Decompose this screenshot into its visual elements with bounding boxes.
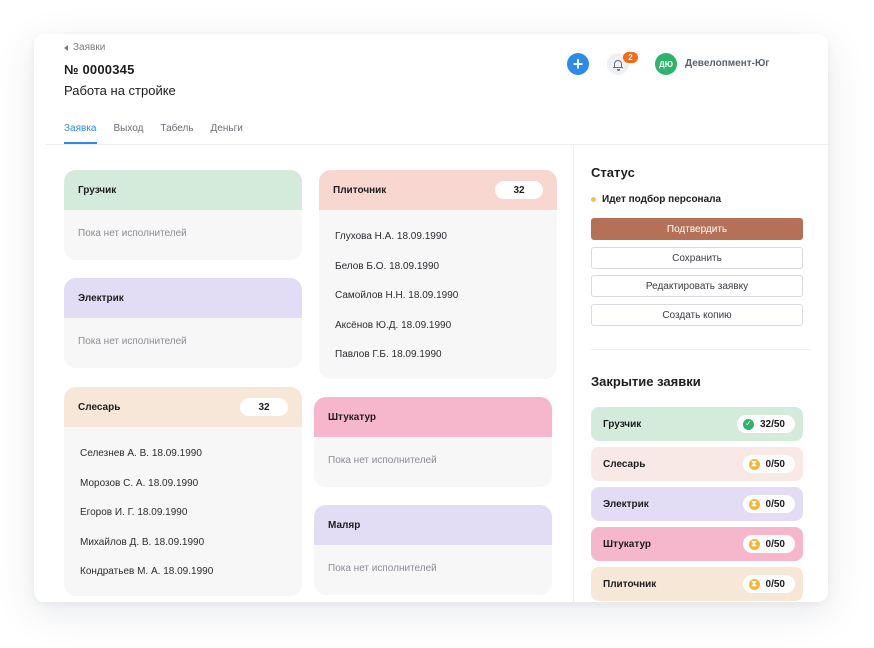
worker-list: Глухова Н.А. 18.09.1990 Белов Б.О. 18.09… (319, 210, 557, 370)
check-icon: ✓ (742, 418, 754, 430)
role-card-header: Слесарь 32 (64, 387, 302, 427)
worker-list: Селезнев А. В. 18.09.1990 Морозов С. А. … (64, 427, 302, 587)
tab-request[interactable]: Заявка (64, 123, 97, 144)
list-item[interactable]: Аксёнов Ю.Д. 18.09.1990 (335, 311, 541, 341)
empty-text: Пока нет исполнителей (78, 228, 187, 239)
list-item[interactable]: Морозов С. А. 18.09.1990 (80, 469, 286, 499)
tab-bar: Заявка Выход Табель Деньги (64, 123, 260, 144)
closing-role-name: Грузчик (603, 418, 642, 430)
status-dot-icon (591, 197, 596, 202)
role-card-plasterer[interactable]: Штукатур Пока нет исполнителей (314, 397, 552, 487)
list-item[interactable]: Егоров И. Г. 18.09.1990 (80, 498, 286, 528)
hourglass-icon: ⧗ (748, 538, 760, 550)
status-state-label: Идет подбор персонала (602, 194, 722, 205)
empty-text: Пока нет исполнителей (78, 336, 187, 347)
closing-role-name: Плиточник (603, 578, 657, 590)
chevron-left-icon (64, 44, 68, 51)
closing-row-locksmith[interactable]: Слесарь ⧗ 0/50 (591, 447, 803, 481)
bell-icon (613, 59, 623, 71)
closing-row-loader[interactable]: Грузчик ✓ 32/50 (591, 407, 803, 441)
empty-text: Пока нет исполнителей (328, 563, 437, 574)
closing-progress-value: 0/50 (765, 498, 785, 510)
closing-row-tiler[interactable]: Плиточник ⧗ 0/50 (591, 567, 803, 601)
list-item[interactable]: Самойлов Н.Н. 18.09.1990 (335, 281, 541, 311)
role-card-header: Штукатур (314, 397, 552, 437)
empty-text: Пока нет исполнителей (328, 455, 437, 466)
role-card-loader[interactable]: Грузчик Пока нет исполнителей (64, 170, 302, 260)
tab-timesheet[interactable]: Табель (160, 123, 193, 144)
role-card-header: Грузчик (64, 170, 302, 210)
role-card-painter[interactable]: Маляр Пока нет исполнителей (314, 505, 552, 595)
panel-divider-horizontal (591, 349, 811, 350)
add-button[interactable]: + (567, 53, 589, 75)
confirm-button[interactable]: Подтвердить (591, 218, 803, 240)
edit-request-button[interactable]: Редактировать заявку (591, 275, 803, 297)
role-card-locksmith[interactable]: Слесарь 32 Селезнев А. В. 18.09.1990 Мор… (64, 387, 302, 596)
closing-progress-value: 0/50 (765, 578, 785, 590)
role-card-header: Плиточник 32 (319, 170, 557, 210)
list-item[interactable]: Селезнев А. В. 18.09.1990 (80, 439, 286, 469)
closing-progress-value: 0/50 (765, 458, 785, 470)
hourglass-icon: ⧗ (748, 498, 760, 510)
role-card-header: Электрик (64, 278, 302, 318)
closing-title: Закрытие заявки (591, 374, 701, 389)
back-link[interactable]: Заявки (64, 42, 105, 53)
closing-progress: ⧗ 0/50 (742, 575, 795, 593)
list-item[interactable]: Глухова Н.А. 18.09.1990 (335, 222, 541, 252)
worker-count: 32 (240, 398, 288, 416)
list-item[interactable]: Кондратьев М. А. 18.09.1990 (80, 557, 286, 587)
closing-role-name: Слесарь (603, 458, 646, 470)
hourglass-icon: ⧗ (748, 578, 760, 590)
role-name: Штукатур (328, 411, 377, 423)
create-copy-button[interactable]: Создать копию (591, 304, 803, 326)
closing-progress: ✓ 32/50 (736, 415, 795, 433)
role-card-electrician[interactable]: Электрик Пока нет исполнителей (64, 278, 302, 368)
list-item[interactable]: Белов Б.О. 18.09.1990 (335, 252, 541, 282)
role-name: Грузчик (78, 184, 117, 196)
list-item[interactable]: Михайлов Д. В. 18.09.1990 (80, 528, 286, 558)
tab-exit[interactable]: Выход (114, 123, 144, 144)
request-window: Заявки № 0000345 Работа на стройке + 2 Д… (34, 34, 828, 602)
order-title: Работа на стройке (64, 83, 176, 98)
closing-row-plasterer[interactable]: Штукатур ⧗ 0/50 (591, 527, 803, 561)
status-title: Статус (591, 165, 635, 180)
back-link-label: Заявки (73, 42, 106, 53)
worker-count: 32 (495, 181, 543, 199)
list-item[interactable]: Павлов Г.Б. 18.09.1990 (335, 340, 541, 370)
company-name[interactable]: Девелопмент-Юг (685, 58, 769, 69)
role-name: Плиточник (333, 184, 387, 196)
status-state: Идет подбор персонала (591, 194, 721, 205)
closing-progress-value: 0/50 (765, 538, 785, 550)
avatar[interactable]: ДЮ (655, 53, 677, 75)
closing-role-name: Электрик (603, 498, 649, 510)
tab-money[interactable]: Деньги (211, 123, 243, 144)
role-name: Маляр (328, 519, 361, 531)
save-button[interactable]: Сохранить (591, 247, 803, 269)
role-name: Слесарь (78, 401, 121, 413)
order-number: № 0000345 (64, 62, 135, 77)
closing-row-electrician[interactable]: Электрик ⧗ 0/50 (591, 487, 803, 521)
role-name: Электрик (78, 292, 124, 304)
closing-progress: ⧗ 0/50 (742, 495, 795, 513)
closing-role-name: Штукатур (603, 538, 652, 550)
panel-divider (573, 145, 574, 602)
hourglass-icon: ⧗ (748, 458, 760, 470)
tabs-divider (46, 144, 828, 145)
closing-progress: ⧗ 0/50 (742, 535, 795, 553)
role-card-tiler[interactable]: Плиточник 32 Глухова Н.А. 18.09.1990 Бел… (319, 170, 557, 379)
notification-badge: 2 (623, 52, 638, 63)
closing-progress: ⧗ 0/50 (742, 455, 795, 473)
role-card-header: Маляр (314, 505, 552, 545)
closing-progress-value: 32/50 (759, 418, 785, 430)
